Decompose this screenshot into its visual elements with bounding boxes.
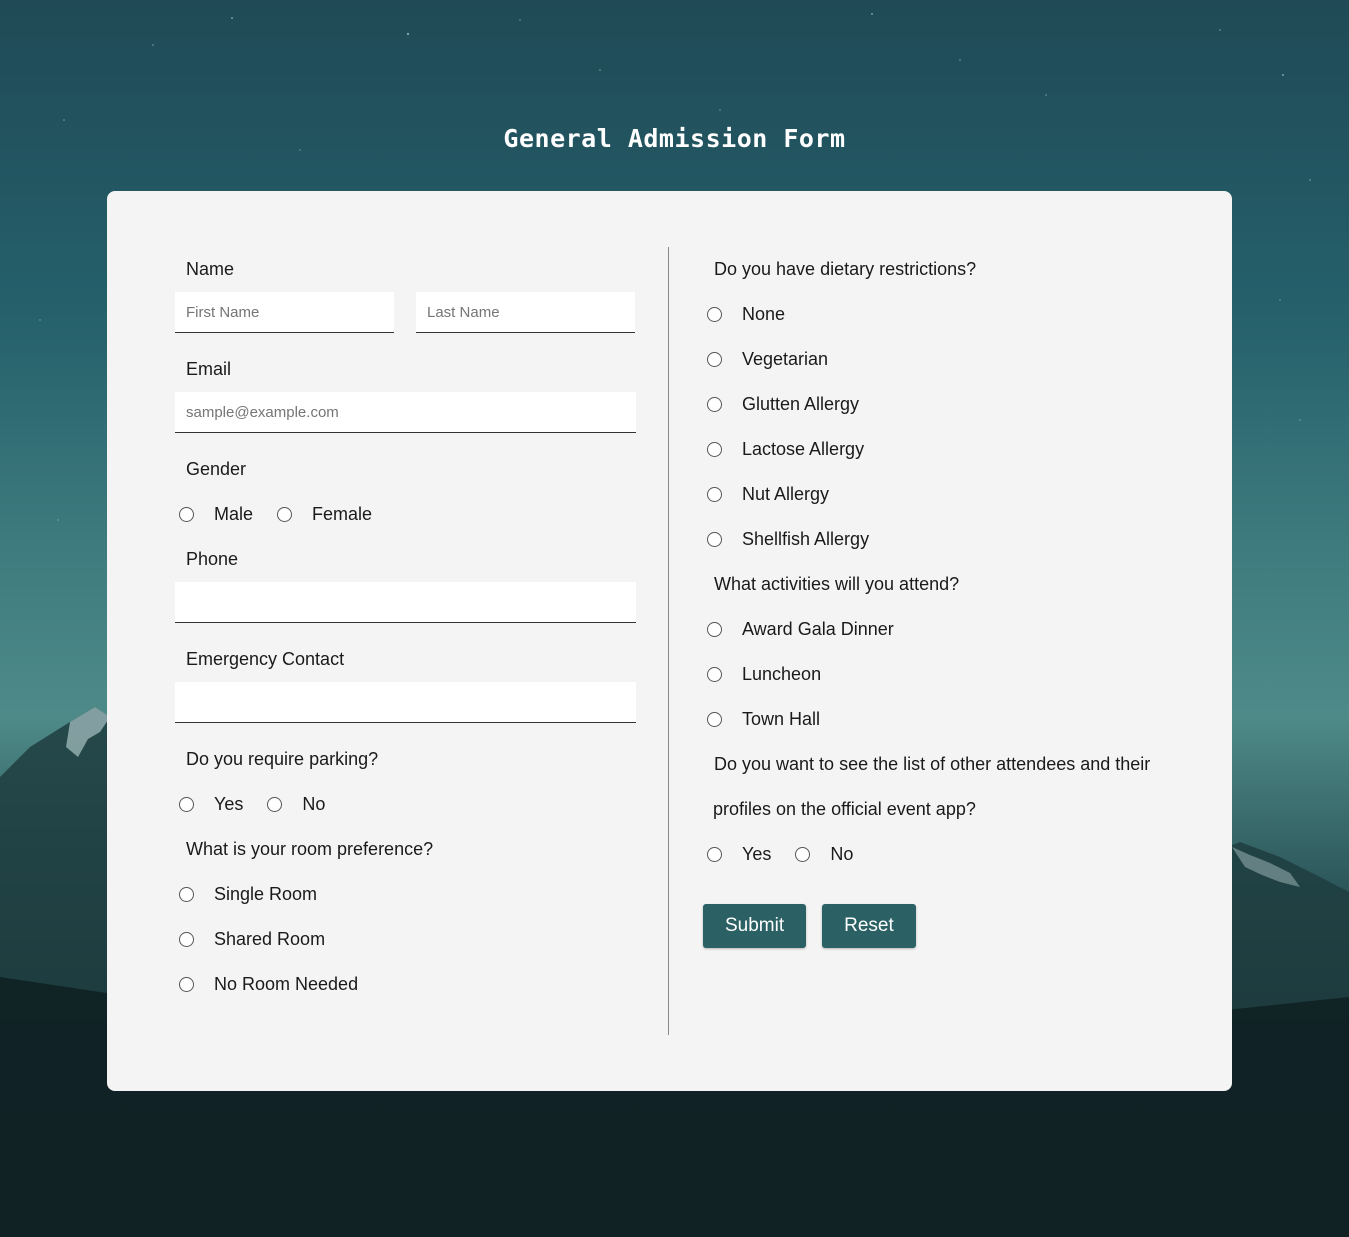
dietary-none-radio[interactable]	[707, 307, 722, 322]
gender-label-row: Gender	[175, 447, 636, 492]
email-inputs	[175, 392, 636, 447]
no-room-label[interactable]: No Room Needed	[214, 974, 358, 995]
gluten-allergy-radio[interactable]	[707, 397, 722, 412]
activities-question: What activities will you attend?	[714, 574, 960, 594]
attendees-no-label[interactable]: No	[830, 844, 853, 865]
attendees-options: Yes No	[703, 832, 1173, 877]
emergency-contact-input[interactable]	[175, 682, 636, 723]
parking-no-radio[interactable]	[267, 797, 283, 812]
reset-button[interactable]: Reset	[822, 904, 916, 948]
shared-room-label[interactable]: Shared Room	[214, 929, 325, 950]
vegetarian-radio[interactable]	[707, 352, 722, 367]
dietary-option-nut[interactable]: Nut Allergy	[703, 472, 1173, 517]
shellfish-allergy-radio[interactable]	[707, 532, 722, 547]
gender-option-female[interactable]: Female	[273, 504, 372, 525]
phone-input[interactable]	[175, 582, 636, 623]
parking-question: Do you require parking?	[186, 749, 379, 769]
dietary-option-lactose[interactable]: Lactose Allergy	[703, 427, 1173, 472]
parking-options: Yes No	[175, 782, 636, 827]
vegetarian-label[interactable]: Vegetarian	[742, 349, 828, 370]
single-room-label[interactable]: Single Room	[214, 884, 317, 905]
dietary-option-vegetarian[interactable]: Vegetarian	[703, 337, 1173, 382]
attendees-question-line2: profiles on the official event app?	[713, 799, 976, 819]
attendees-yes-label[interactable]: Yes	[742, 844, 771, 865]
name-label-row: Name	[175, 247, 636, 292]
activities-label-row: What activities will you attend?	[703, 562, 1173, 607]
lactose-allergy-label[interactable]: Lactose Allergy	[742, 439, 864, 460]
attendees-yes-radio[interactable]	[707, 847, 722, 862]
nut-allergy-radio[interactable]	[707, 487, 722, 502]
parking-label-row: Do you require parking?	[175, 737, 636, 782]
room-option-shared[interactable]: Shared Room	[175, 917, 636, 962]
gluten-allergy-label[interactable]: Glutten Allergy	[742, 394, 859, 415]
female-radio[interactable]	[277, 507, 293, 522]
shared-room-radio[interactable]	[179, 932, 194, 947]
attendees-option-no[interactable]: No	[791, 844, 853, 865]
single-room-radio[interactable]	[179, 887, 194, 902]
attendees-question-line1: Do you want to see the list of other att…	[714, 754, 1151, 774]
room-option-single[interactable]: Single Room	[175, 872, 636, 917]
email-label-row: Email	[175, 347, 636, 392]
email-label: Email	[186, 359, 232, 379]
dietary-question: Do you have dietary restrictions?	[714, 259, 977, 279]
nut-allergy-label[interactable]: Nut Allergy	[742, 484, 829, 505]
no-room-radio[interactable]	[179, 977, 194, 992]
luncheon-label[interactable]: Luncheon	[742, 664, 821, 685]
female-label[interactable]: Female	[312, 504, 372, 525]
emergency-label-row: Emergency Contact	[175, 637, 636, 682]
room-label-row: What is your room preference?	[175, 827, 636, 872]
column-divider	[668, 247, 669, 1035]
gala-dinner-radio[interactable]	[707, 622, 722, 637]
dietary-option-gluten[interactable]: Glutten Allergy	[703, 382, 1173, 427]
parking-option-yes[interactable]: Yes	[175, 794, 243, 815]
email-input[interactable]	[175, 392, 636, 433]
phone-label-row: Phone	[175, 537, 636, 582]
emergency-inputs	[175, 682, 636, 737]
lactose-allergy-radio[interactable]	[707, 442, 722, 457]
parking-no-label[interactable]: No	[302, 794, 325, 815]
attendees-option-yes[interactable]: Yes	[703, 844, 771, 865]
gala-dinner-label[interactable]: Award Gala Dinner	[742, 619, 894, 640]
last-name-input[interactable]	[416, 292, 635, 333]
male-radio[interactable]	[179, 507, 194, 522]
male-label[interactable]: Male	[214, 504, 253, 525]
room-option-none[interactable]: No Room Needed	[175, 962, 636, 1007]
page-title: General Admission Form	[503, 124, 846, 153]
parking-option-no[interactable]: No	[263, 794, 325, 815]
gender-options: Male Female	[175, 492, 636, 537]
town-hall-radio[interactable]	[707, 712, 722, 727]
name-label: Name	[186, 259, 235, 279]
attendees-label-row-1: Do you want to see the list of other att…	[703, 742, 1173, 787]
activity-option-town-hall[interactable]: Town Hall	[703, 697, 1173, 742]
form-buttons: Submit Reset	[703, 904, 1173, 948]
luncheon-radio[interactable]	[707, 667, 722, 682]
shellfish-allergy-label[interactable]: Shellfish Allergy	[742, 529, 869, 550]
dietary-option-none[interactable]: None	[703, 292, 1173, 337]
first-name-input[interactable]	[175, 292, 394, 333]
phone-inputs	[175, 582, 636, 637]
submit-button[interactable]: Submit	[703, 904, 807, 948]
activity-option-gala[interactable]: Award Gala Dinner	[703, 607, 1173, 652]
attendees-no-radio[interactable]	[795, 847, 811, 862]
gender-label: Gender	[186, 459, 247, 479]
dietary-option-shellfish[interactable]: Shellfish Allergy	[703, 517, 1173, 562]
dietary-none-label[interactable]: None	[742, 304, 785, 325]
activity-option-luncheon[interactable]: Luncheon	[703, 652, 1173, 697]
attendees-label-row-2: profiles on the official event app?	[703, 787, 1173, 832]
gender-option-male[interactable]: Male	[175, 504, 253, 525]
town-hall-label[interactable]: Town Hall	[742, 709, 820, 730]
parking-yes-label[interactable]: Yes	[214, 794, 243, 815]
dietary-label-row: Do you have dietary restrictions?	[703, 247, 1173, 292]
phone-label: Phone	[186, 549, 239, 569]
admission-form-card: Name Email Gender Male Female Phone	[107, 191, 1232, 1091]
name-inputs	[175, 292, 636, 347]
left-column: Name Email Gender Male Female Phone	[175, 247, 636, 1007]
emergency-contact-label: Emergency Contact	[186, 649, 345, 669]
right-column: Do you have dietary restrictions? None V…	[703, 247, 1173, 948]
room-preference-question: What is your room preference?	[186, 839, 434, 859]
parking-yes-radio[interactable]	[179, 797, 194, 812]
